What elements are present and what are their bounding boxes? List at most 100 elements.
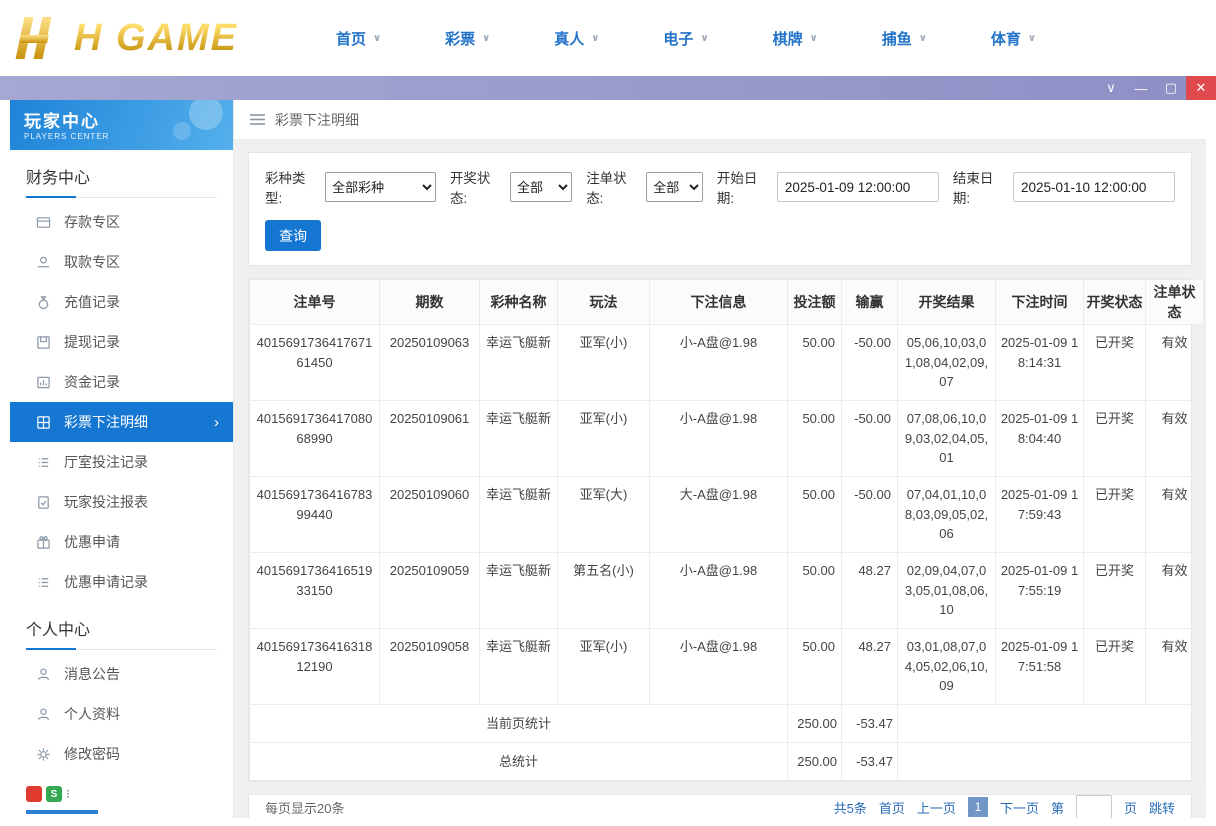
col-header-bet-status: 注单状态 (1145, 279, 1204, 325)
sidebar-item-funds-records[interactable]: 资金记录 (10, 362, 233, 402)
chevron-down-icon: ∨ (918, 32, 927, 44)
minimize-button[interactable]: — (1126, 76, 1156, 100)
list-icon (38, 457, 49, 467)
summary-row-total: 总统计 250.00 -53.47 (249, 742, 1204, 781)
logo-mark-icon (14, 15, 66, 61)
maximize-button[interactable]: ▢ (1156, 76, 1186, 100)
gear-icon (37, 747, 50, 761)
logo: H GAME (14, 15, 294, 61)
table-row: 401569173641767161450 20250109063 幸运飞艇新 … (249, 324, 1204, 401)
sidebar-item-withdrawal-records[interactable]: 提现记录 (10, 322, 233, 362)
start-date-label: 开始日期: (716, 171, 758, 206)
list-icon (38, 577, 49, 587)
jump-suffix-label: 页 (1123, 800, 1137, 816)
top-nav: 首页 ∨ 彩票 ∨ 真人 ∨ 电子 ∨ 棋牌 ∨ 捕鱼 ∨ 体育 ∨ (336, 28, 1036, 49)
total-count: 共5条 (833, 800, 867, 816)
summary-label: 当前页统计 (249, 704, 788, 743)
table-row: 401569173641678399440 20250109060 幸运飞艇新 … (249, 476, 1204, 553)
bets-table: 注单号 期数 彩种名称 玩法 下注信息 投注额 输赢 开奖结果 下注时间 开奖状… (249, 279, 1204, 781)
prev-page-link[interactable]: 上一页 (917, 798, 956, 817)
money-bag-icon (38, 295, 49, 309)
col-header-bet-time: 下注时间 (995, 279, 1084, 325)
first-page-link[interactable]: 首页 (879, 798, 905, 817)
section-title-finance: 财务中心 (26, 164, 217, 198)
search-button[interactable]: 查询 (265, 220, 321, 251)
sidebar-item-promo-records[interactable]: 优惠申请记录 (10, 562, 233, 602)
window-body: 玩家中心 PLAYERS CENTER 财务中心 存款专区 取款专区 充值记录 … (10, 100, 1206, 818)
chevron-down-icon: ∨ (373, 32, 382, 44)
lottery-type-select[interactable]: 全部彩种 (325, 172, 436, 202)
report-check-icon (38, 495, 49, 509)
sidebar-footer: S ⁝ (10, 780, 233, 818)
end-date-input[interactable] (1012, 172, 1175, 202)
chevron-down-icon: ∨ (809, 32, 818, 44)
draw-status-select[interactable]: 全部 (510, 172, 573, 202)
sidebar-item-recharge-records[interactable]: 充值记录 (10, 282, 233, 322)
table-row: 401569173641708068990 20250109061 幸运飞艇新 … (249, 400, 1204, 477)
bet-status-select[interactable]: 全部 (646, 172, 703, 202)
nav-item-live[interactable]: 真人 ∨ (554, 28, 599, 49)
col-header-draw-status: 开奖状态 (1083, 279, 1146, 325)
grid-icon (37, 415, 50, 429)
close-button[interactable]: ✕ (1186, 76, 1216, 100)
start-date-input[interactable] (776, 172, 939, 202)
person-icon (37, 667, 50, 680)
bets-table-panel: 注单号 期数 彩种名称 玩法 下注信息 投注额 输赢 开奖结果 下注时间 开奖状… (248, 278, 1204, 782)
next-page-link[interactable]: 下一页 (1000, 798, 1039, 817)
jump-prefix-label: 第 (1050, 800, 1064, 816)
pagination-controls: 共5条 首页 上一页 1 下一页 第 页 跳转 (834, 795, 1175, 818)
page-title: 彩票下注明细 (275, 111, 359, 128)
section-title-personal: 个人中心 (26, 616, 217, 650)
nav-item-lottery[interactable]: 彩票 ∨ (445, 28, 490, 49)
table-row: 401569173641631812190 20250109058 幸运飞艇新 … (249, 628, 1204, 705)
current-page-indicator[interactable]: 1 (967, 797, 988, 817)
jump-button[interactable]: 跳转 (1149, 798, 1175, 817)
sidebar-item-change-password[interactable]: 修改密码 (10, 734, 233, 774)
col-header-lottery: 彩种名称 (479, 279, 558, 325)
nav-item-home[interactable]: 首页 ∨ (336, 28, 381, 49)
logo-text: H GAME (74, 16, 238, 59)
sidebar-item-hall-bet-records[interactable]: 厅室投注记录 (10, 442, 233, 482)
pinned-app-green-icon[interactable]: S (46, 786, 62, 802)
nav-item-sports[interactable]: 体育 ∨ (991, 28, 1036, 49)
sidebar-item-profile[interactable]: 个人资料 (10, 694, 233, 734)
window-titlebar: ∨ — ▢ ✕ (0, 76, 1216, 100)
sidebar-item-lottery-bet-details[interactable]: 彩票下注明细 › (10, 402, 233, 442)
nav-item-electronic[interactable]: 电子 ∨ (663, 28, 708, 49)
sidebar-scroll-indicator[interactable] (26, 810, 98, 814)
nav-item-board[interactable]: 棋牌 ∨ (773, 28, 818, 49)
person-icon (37, 707, 50, 720)
sidebar-header-decoration (157, 100, 227, 148)
col-header-period: 期数 (379, 279, 480, 325)
gift-icon (37, 535, 50, 549)
col-header-bet-id: 注单号 (249, 279, 380, 325)
chevron-down-icon: ∨ (700, 32, 709, 44)
pagination-bar: 每页显示20条 共5条 首页 上一页 1 下一页 第 页 跳转 (248, 794, 1192, 818)
col-header-win-loss: 输赢 (841, 279, 898, 325)
pinned-app-red-icon[interactable] (26, 786, 42, 802)
col-header-result: 开奖结果 (897, 279, 996, 325)
page-jump-input[interactable] (1075, 795, 1112, 818)
overflow-dots-icon[interactable]: ⁝ (66, 787, 70, 801)
page-size-text: 每页显示20条 (265, 800, 345, 816)
chevron-down-icon: ∨ (482, 32, 491, 44)
sidebar-item-withdraw[interactable]: 取款专区 (10, 242, 233, 282)
sidebar-item-player-report[interactable]: 玩家投注报表 (10, 482, 233, 522)
sidebar-item-promo-apply[interactable]: 优惠申请 (10, 522, 233, 562)
nav-item-fishing[interactable]: 捕鱼 ∨ (882, 28, 927, 49)
col-header-amount: 投注额 (787, 279, 842, 325)
hamburger-menu-icon[interactable] (250, 113, 265, 126)
withdraw-hand-icon (37, 256, 50, 267)
sidebar-item-messages[interactable]: 消息公告 (10, 654, 233, 694)
sidebar-item-deposit[interactable]: 存款专区 (10, 202, 233, 242)
col-header-bet-info: 下注信息 (649, 279, 788, 325)
active-item-arrow-icon: › (214, 413, 219, 431)
brand-header: H GAME 首页 ∨ 彩票 ∨ 真人 ∨ 电子 ∨ 棋牌 ∨ 捕鱼 ∨ 体育 ∨ (0, 0, 1216, 76)
chevron-down-icon: ∨ (1027, 32, 1036, 44)
chart-bars-icon (37, 376, 50, 388)
sidebar: 玩家中心 PLAYERS CENTER 财务中心 存款专区 取款专区 充值记录 … (10, 100, 234, 818)
titlebar-menu-chevron-icon[interactable]: ∨ (1096, 76, 1126, 100)
table-header-row: 注单号 期数 彩种名称 玩法 下注信息 投注额 输赢 开奖结果 下注时间 开奖状… (249, 279, 1204, 325)
table-row: 401569173641651933150 20250109059 幸运飞艇新 … (249, 552, 1204, 629)
draw-status-label: 开奖状态: (449, 171, 491, 206)
